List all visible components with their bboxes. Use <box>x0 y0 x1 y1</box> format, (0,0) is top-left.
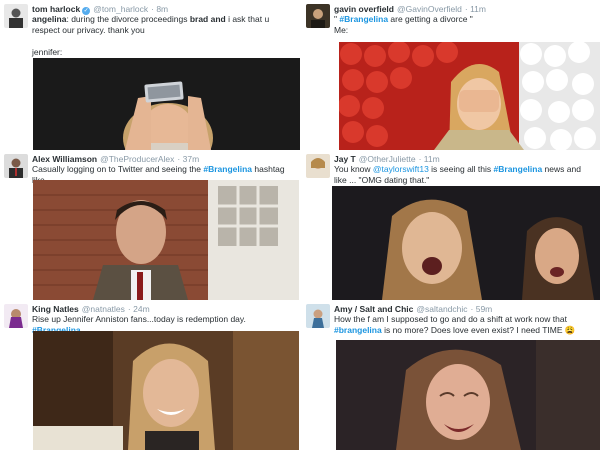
text-plain: are getting a divorce " <box>388 14 473 24</box>
tweet-card: King Natles @natnatles · 24m Rise up Jenni… <box>0 300 302 450</box>
hashtag-link[interactable]: #Brangelina <box>339 14 388 24</box>
display-name[interactable]: King Natles <box>32 304 79 314</box>
hashtag-link[interactable]: #brangelina <box>334 325 382 335</box>
user-handle[interactable]: @OtherJuliette <box>359 154 416 164</box>
tweet-media[interactable] <box>336 340 600 450</box>
avatar[interactable] <box>4 304 28 328</box>
tweet-text: You know @taylorswift13 is seeing all th… <box>334 164 594 186</box>
display-name[interactable]: Amy / Salt and Chic <box>334 304 413 314</box>
text-line: jennifer: <box>32 47 63 57</box>
tweet-timestamp[interactable]: · 59m <box>471 304 493 314</box>
text-plain: You know <box>334 164 373 174</box>
display-name[interactable]: Alex Williamson <box>32 154 97 164</box>
tweet-media[interactable] <box>339 42 600 150</box>
tweet-timestamp[interactable]: · 8m <box>151 4 168 14</box>
tweet-text: angelina: during the divorce proceedings… <box>32 14 296 58</box>
text-plain: Rise up Jennifer Anniston fans...today i… <box>32 314 246 324</box>
text-bold: brad and <box>189 14 226 24</box>
avatar[interactable] <box>306 4 330 28</box>
avatar[interactable] <box>306 304 330 328</box>
user-handle[interactable]: @saltandchic <box>416 304 467 314</box>
text-bold: angelina <box>32 14 67 24</box>
media-image <box>332 186 600 300</box>
tweet-card: Amy / Salt and Chic @saltandchic · 59m How… <box>302 300 600 450</box>
display-name[interactable]: tom harlock <box>32 4 80 14</box>
user-handle[interactable]: @tom_harlock <box>93 4 148 14</box>
user-handle[interactable]: @natnatles <box>82 304 125 314</box>
user-handle[interactable]: @TheProducerAlex <box>100 154 174 164</box>
display-name[interactable]: gavin overfield <box>334 4 394 14</box>
user-handle[interactable]: @GavinOverfield <box>397 4 462 14</box>
media-image <box>33 180 299 300</box>
mention-link[interactable]: @taylorswift13 <box>373 164 429 174</box>
text-plain: How the f am I supposed to go and do a s… <box>334 314 567 324</box>
tweet-media[interactable] <box>33 331 299 450</box>
media-image <box>33 331 299 450</box>
hashtag-link[interactable]: #Brangelina <box>494 164 543 174</box>
text-plain: : during the divorce proceedings <box>66 14 190 24</box>
tweet-card: gavin overfield @GavinOverfield · 11m " #B… <box>302 0 600 150</box>
tweet-timestamp[interactable]: · 24m <box>128 304 150 314</box>
tweet-timestamp[interactable]: · 11m <box>419 154 440 164</box>
media-image <box>33 58 300 150</box>
tweet-timestamp[interactable]: · 11m <box>465 4 486 14</box>
media-image <box>336 340 600 450</box>
hashtag-link[interactable]: #Brangelina <box>203 164 252 174</box>
avatar[interactable] <box>306 154 330 178</box>
tweet-card: tom harlock ✓ @tom_harlock · 8m angelina: d… <box>0 0 302 150</box>
tweet-text: " #Brangelina are getting a divorce " Me… <box>334 14 594 36</box>
tweet-media[interactable] <box>332 186 600 300</box>
tweet-media[interactable] <box>33 58 300 150</box>
tweet-card: Jay T @OtherJuliette · 11m You know @taylo… <box>302 150 600 300</box>
weary-face-icon: 😩 <box>564 325 576 335</box>
avatar[interactable] <box>4 4 28 28</box>
media-image <box>339 42 600 150</box>
tweet-media[interactable] <box>33 180 299 300</box>
display-name[interactable]: Jay T <box>334 154 356 164</box>
tweet-timestamp[interactable]: · 37m <box>177 154 199 164</box>
text-plain: is no more? Does love even exist? I need… <box>381 325 565 335</box>
avatar[interactable] <box>4 154 28 178</box>
text-plain: Casually logging on to Twitter and seein… <box>32 164 204 174</box>
tweet-card: Alex Williamson @TheProducerAlex · 37m Cas… <box>0 150 302 300</box>
text-line: Me: <box>334 25 349 35</box>
text-plain: is seeing all this <box>428 164 494 174</box>
tweet-text: How the f am I supposed to go and do a s… <box>334 314 594 336</box>
